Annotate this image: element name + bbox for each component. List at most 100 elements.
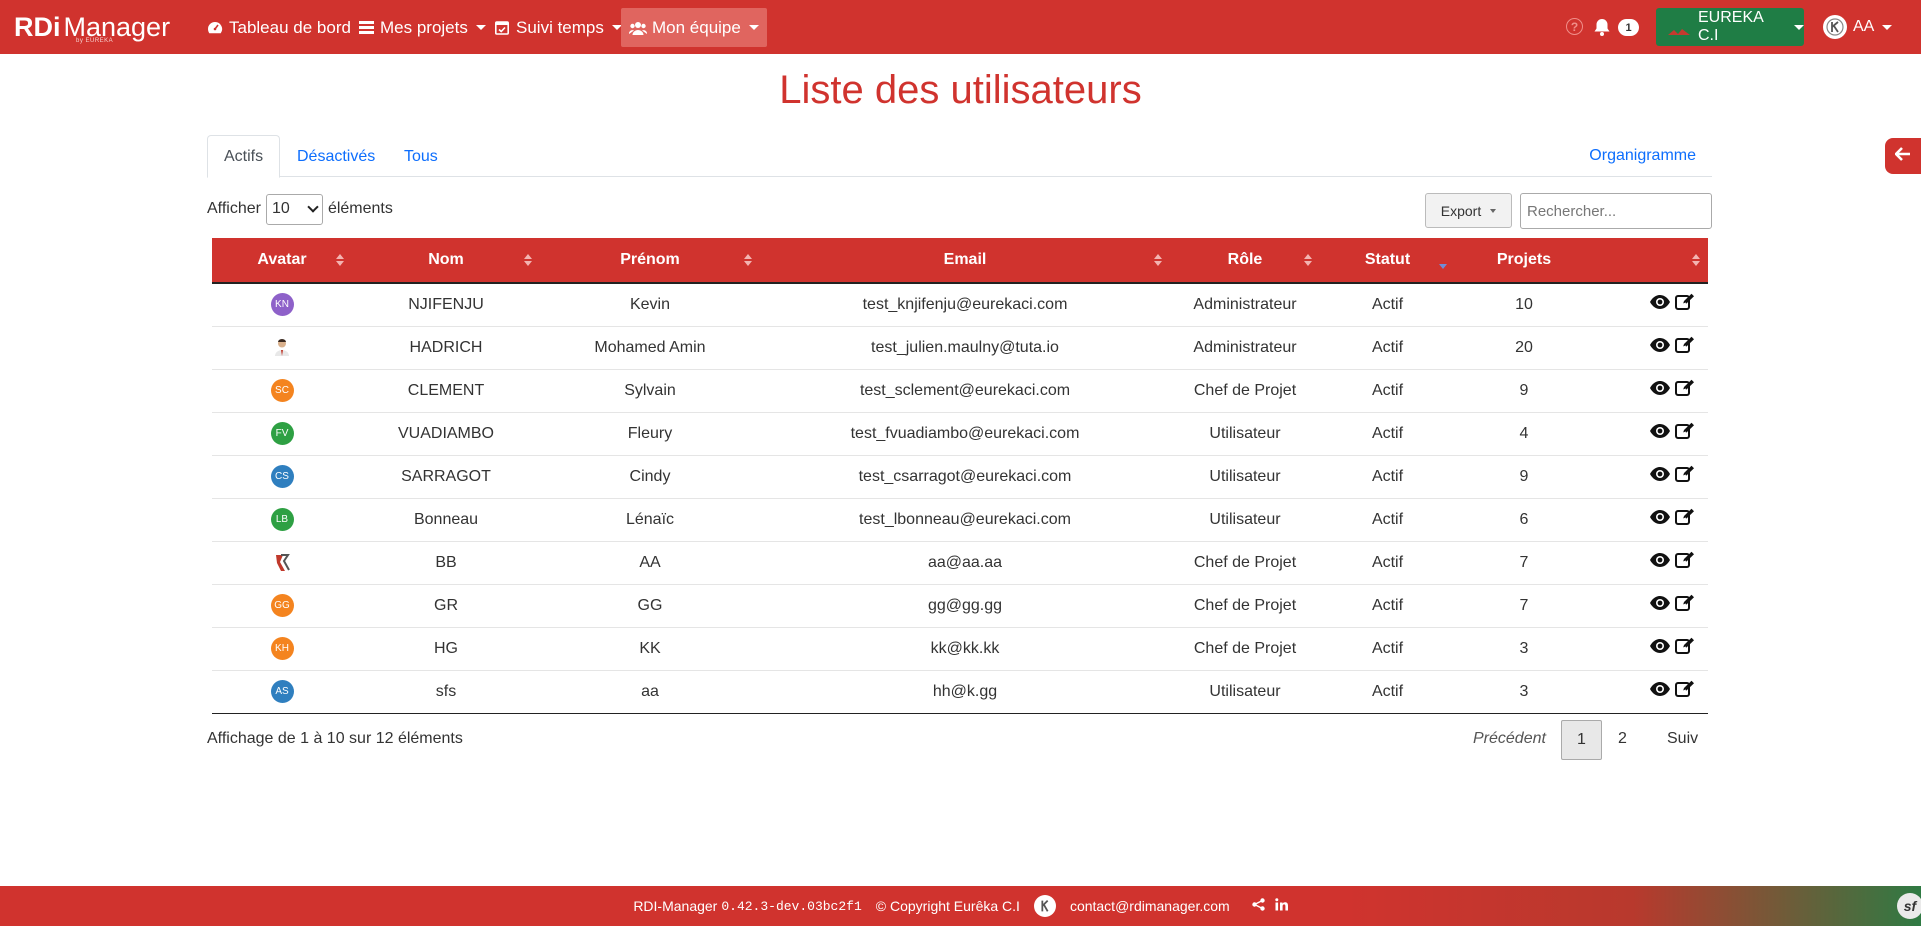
organization-name: EUREKA C.I [1698,9,1763,44]
cell-statut: Actif [1371,338,1404,356]
brand-logo[interactable]: RDi Manager by EUREKA [14,8,170,46]
table-row[interactable]: GG GR GG gg@gg.gg Chef de Projet Actif 7 [212,584,1708,627]
column-header-projets[interactable]: Projets [1455,238,1593,283]
pagination-page-1[interactable]: 1 [1561,720,1602,760]
linkedin-icon[interactable] [1274,898,1288,914]
edit-icon[interactable] [1674,637,1695,660]
table-row[interactable]: SC CLEMENT Sylvain test_sclement@eurekaci.c… [212,369,1708,412]
user-initials-avatar: CS [270,465,294,488]
view-icon[interactable] [1649,509,1671,530]
page-length-control: Afficher 10 éléments [207,193,393,225]
organigramme-link[interactable]: Organigramme [1589,135,1696,177]
export-button[interactable]: Export [1425,193,1512,228]
table-row[interactable]: AS sfs aa hh@k.gg Utilisateur Actif 3 [212,670,1708,713]
view-icon[interactable] [1649,552,1671,573]
edit-icon[interactable] [1674,422,1695,445]
nav-dashboard[interactable]: Tableau de bord [198,8,359,47]
table-row[interactable]: KH HG KK kk@kk.kk Chef de Projet Actif 3 [212,627,1708,670]
cell-projets: 10 [1515,295,1533,313]
pagination-next[interactable]: Suiv [1667,730,1698,748]
users-table: Avatar Nom Prénom Email Rôle Statut Proj… [212,238,1708,714]
elements-label: éléments [327,200,393,217]
user-menu[interactable]: AA [1823,13,1893,41]
cell-nom: HADRICH [409,338,483,356]
cell-projets: 4 [1519,424,1529,442]
edit-icon[interactable] [1674,508,1695,531]
cell-email: test_sclement@eurekaci.com [859,381,1071,399]
view-icon[interactable] [1649,423,1671,444]
edit-icon[interactable] [1674,551,1695,574]
tab-disabled[interactable]: Désactivés [281,135,391,178]
sort-icon [744,254,752,266]
table-row[interactable]: FV VUADIAMBO Fleury test_fvuadiambo@eurekac… [212,412,1708,455]
bell-icon[interactable] [1592,17,1612,37]
cell-actions [1593,455,1708,498]
footer-contact-email[interactable]: contact@rdimanager.com [1070,898,1230,914]
cell-email: gg@gg.gg [927,596,1003,614]
view-icon[interactable] [1649,681,1671,702]
edit-icon[interactable] [1674,379,1695,402]
cell-email: test_knjifenju@eurekaci.com [862,295,1068,313]
view-icon[interactable] [1649,638,1671,659]
cell-email: test_lbonneau@eurekaci.com [859,510,1071,528]
top-navbar: RDi Manager by EUREKA Tableau de bord Me… [0,0,1921,54]
cell-actions [1593,584,1708,627]
cell-avatar: AS [212,670,352,713]
cell-actions [1593,541,1708,584]
user-name: AA [1853,18,1875,35]
column-header-label: Rôle [1227,251,1263,268]
edit-icon[interactable] [1674,594,1695,617]
column-header-prenom[interactable]: Prénom [540,238,760,283]
view-icon[interactable] [1649,380,1671,401]
column-header-nom[interactable]: Nom [352,238,540,283]
help-icon[interactable]: ? [1566,18,1583,35]
cell-prenom: Kevin [629,295,671,313]
edit-icon[interactable] [1674,680,1695,703]
cell-nom: HG [434,639,458,657]
cell-actions [1593,283,1708,326]
table-row[interactable]: HADRICH Mohamed Amin test_julien.maulny@tu… [212,326,1708,369]
view-icon[interactable] [1649,595,1671,616]
pagination-previous[interactable]: Précédent [1473,730,1546,748]
search-input[interactable] [1520,193,1712,229]
table-row[interactable]: LB Bonneau Lénaïc test_lbonneau@eurekaci.co… [212,498,1708,541]
notification-badge[interactable]: 1 [1618,19,1639,36]
cell-role: Chef de Projet [1193,639,1297,657]
cell-role: Utilisateur [1209,510,1281,528]
organization-button[interactable]: EUREKA C.I [1656,8,1804,46]
edit-icon[interactable] [1674,293,1695,316]
column-header-avatar[interactable]: Avatar [212,238,352,283]
cell-prenom: Fleury [627,424,673,442]
column-header-email[interactable]: Email [760,238,1170,283]
nav-projects[interactable]: Mes projets [349,8,494,47]
table-row[interactable]: BB AA aa@aa.aa Chef de Projet Actif 7 [212,541,1708,584]
column-header-actions[interactable] [1593,238,1708,283]
nav-my-team[interactable]: Mon équipe [621,8,767,47]
cell-statut: Actif [1371,381,1404,399]
sidebar-toggle-button[interactable] [1885,138,1921,174]
page-length-select[interactable]: 10 [265,193,323,225]
cell-projets: 20 [1515,338,1533,356]
tab-active[interactable]: Actifs [207,135,281,178]
cell-statut: Actif [1371,467,1404,485]
cell-email: hh@k.gg [932,682,998,700]
tab-all[interactable]: Tous [388,135,454,178]
view-icon[interactable] [1649,466,1671,487]
eureka-logo-icon [1033,895,1056,917]
view-icon[interactable] [1649,294,1671,315]
calendar-check-icon [493,19,511,37]
table-row[interactable]: KN NJIFENJU Kevin test_knjifenju@eurekaci.c… [212,283,1708,326]
table-row[interactable]: CS SARRAGOT Cindy test_csarragot@eurekaci.c… [212,455,1708,498]
view-icon[interactable] [1649,337,1671,358]
edit-icon[interactable] [1674,465,1695,488]
chevron-down-icon [1882,24,1893,30]
users-icon [629,19,647,37]
nav-time-tracking[interactable]: Suivi temps [485,8,630,47]
edit-icon[interactable] [1674,336,1695,359]
column-header-role[interactable]: Rôle [1170,238,1320,283]
symfony-icon[interactable]: sf [1897,893,1921,919]
column-header-statut[interactable]: Statut [1320,238,1455,283]
cell-prenom: aa [641,682,659,700]
pagination-page-2[interactable]: 2 [1618,730,1627,748]
share-icon[interactable] [1251,898,1265,914]
